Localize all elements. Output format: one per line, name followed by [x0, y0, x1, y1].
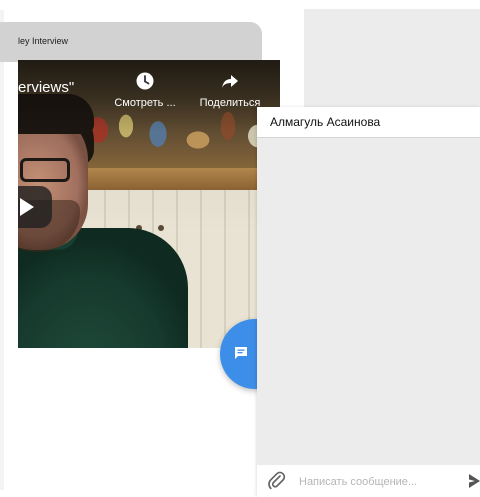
video-card-title: ley Interview: [18, 36, 69, 46]
chat-header: Алмагуль Асаинова: [257, 107, 480, 138]
chat-bubble-icon: [235, 347, 247, 359]
video-player[interactable]: erviews" Смотреть ... Поделиться: [18, 60, 280, 348]
video-title[interactable]: erviews": [18, 79, 74, 96]
share-button[interactable]: Поделиться: [194, 72, 266, 109]
play-button[interactable]: [18, 186, 52, 228]
share-arrow-icon: [222, 75, 238, 88]
watch-later-button[interactable]: Смотреть ...: [113, 72, 177, 109]
play-icon: [20, 198, 34, 216]
share-label: Поделиться: [199, 97, 261, 109]
paperclip-icon[interactable]: [268, 471, 286, 491]
watch-later-label: Смотреть ...: [114, 97, 176, 109]
send-icon[interactable]: [469, 474, 480, 488]
page-edge: [0, 10, 4, 490]
chat-footer: [257, 465, 480, 497]
clock-icon: [136, 72, 154, 90]
chat-contact-name: Алмагуль Асаинова: [270, 115, 381, 129]
background-panel: [304, 9, 480, 109]
chat-panel: Алмагуль Асаинова: [257, 107, 480, 497]
message-input[interactable]: [299, 473, 449, 491]
